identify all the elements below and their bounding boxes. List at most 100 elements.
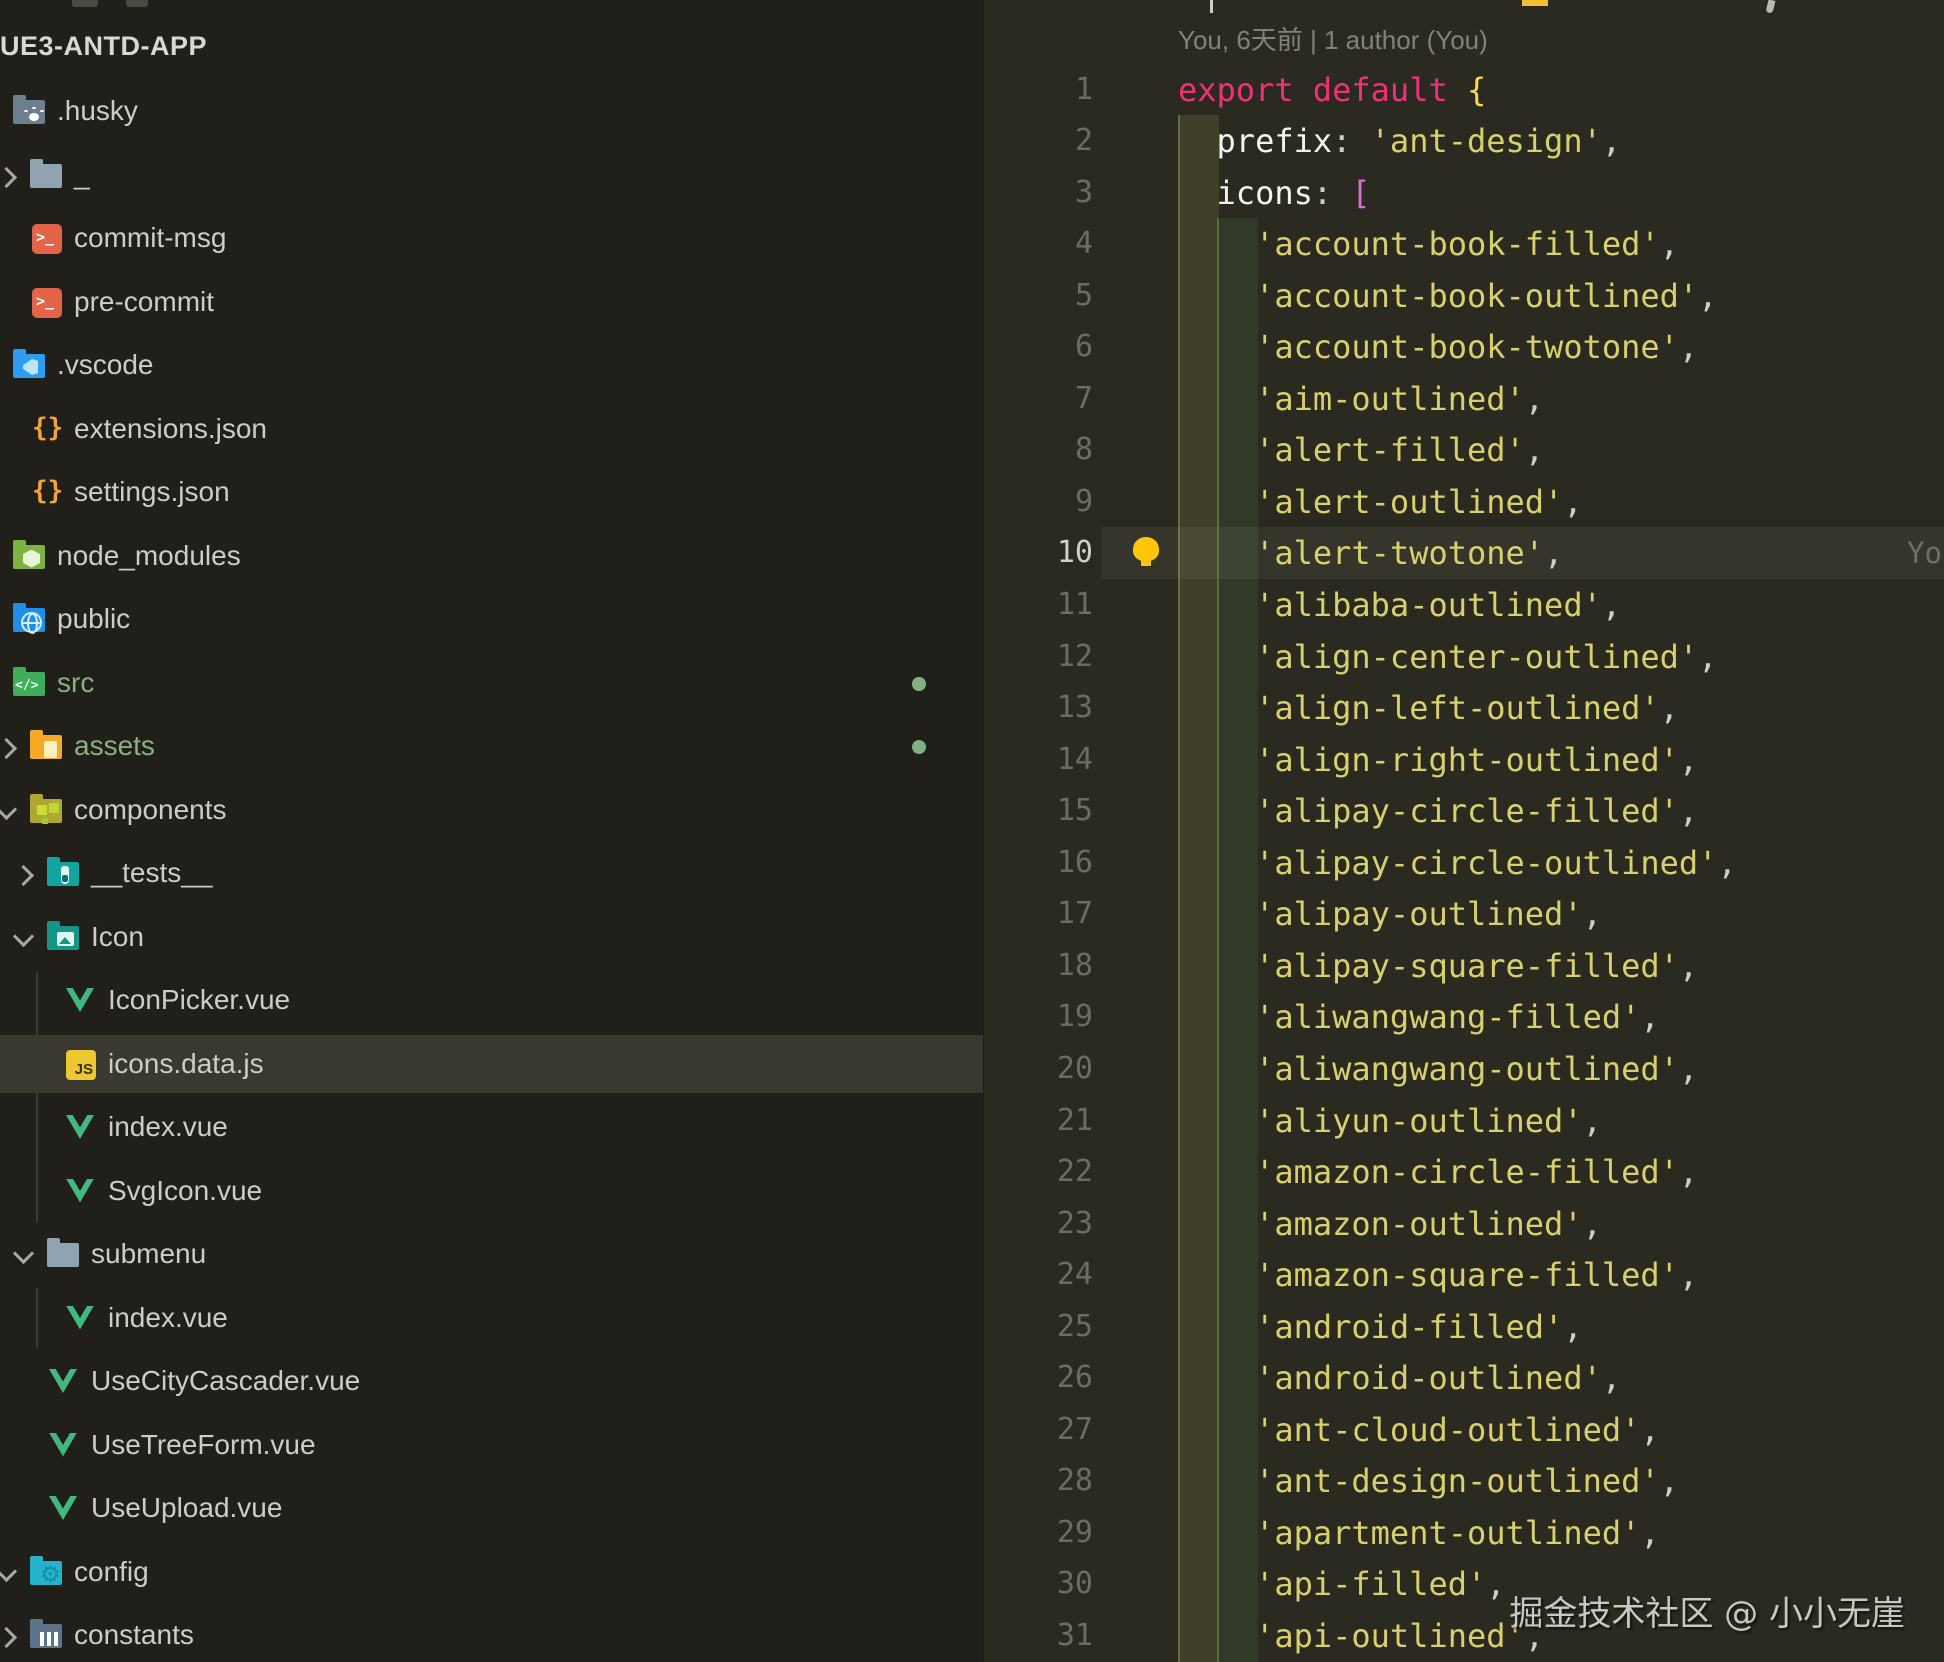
line-number: 24 (983, 1249, 1093, 1301)
token-pln (1178, 689, 1255, 727)
code-line-10[interactable]: 'alert-twotone',You, 6天前 • (1178, 527, 1563, 579)
tree-item-usetreeform-vue[interactable]: UseTreeForm.vue (0, 1416, 983, 1474)
code-line-24[interactable]: 'amazon-square-filled', (1178, 1249, 1698, 1301)
code-line-28[interactable]: 'ant-design-outlined', (1178, 1455, 1679, 1507)
tree-item--vscode[interactable]: .vscode (0, 336, 983, 394)
token-pln (1178, 277, 1255, 315)
chevron-down-icon[interactable] (0, 1560, 17, 1581)
project-section-header[interactable]: UE3-ANTD-APP (0, 26, 207, 66)
tree-item-svgicon-vue[interactable]: SvgIcon.vue (0, 1162, 983, 1220)
tree-item-label: node_modules (57, 540, 241, 572)
vue-icon (64, 1300, 98, 1336)
token-str: 'align-center-outlined' (1255, 638, 1698, 676)
code-line-30[interactable]: 'api-filled', (1178, 1558, 1506, 1610)
code-line-17[interactable]: 'alipay-outlined', (1178, 888, 1602, 940)
code-line-19[interactable]: 'aliwangwang-filled', (1178, 991, 1660, 1043)
chevron-down-icon[interactable] (0, 798, 17, 819)
chevron-down-icon[interactable] (13, 1243, 34, 1264)
chevron-right-icon[interactable] (0, 166, 17, 187)
code-line-5[interactable]: 'account-book-outlined', (1178, 270, 1717, 322)
tree-item--tests-[interactable]: __tests__ (0, 844, 983, 902)
vue-icon (64, 1109, 98, 1145)
token-pun: , (1640, 1514, 1659, 1552)
line-number: 22 (983, 1146, 1093, 1198)
token-pln (1178, 1050, 1255, 1088)
code-line-31[interactable]: 'api-outlined', (1178, 1610, 1544, 1662)
tree-item-label: src (57, 667, 94, 699)
code-line-18[interactable]: 'alipay-square-filled', (1178, 940, 1698, 992)
tree-item-index-vue[interactable]: index.vue (0, 1289, 983, 1347)
tree-item-src[interactable]: src (0, 654, 983, 712)
tree-item-pre-commit[interactable]: pre-commit (0, 273, 983, 331)
code-line-4[interactable]: 'account-book-filled', (1178, 218, 1679, 270)
tree-item-constants[interactable]: constants (0, 1606, 983, 1662)
tree-item-index-vue[interactable]: index.vue (0, 1098, 983, 1156)
tree-item-commit-msg[interactable]: commit-msg (0, 209, 983, 267)
tree-item-public[interactable]: public (0, 590, 983, 648)
git-modified-dot (912, 740, 926, 754)
token-str: 'account-book-filled' (1255, 225, 1660, 263)
tree-item-extensions-json[interactable]: extensions.json (0, 400, 983, 458)
token-str: 'aliwangwang-filled' (1255, 998, 1640, 1036)
chevron-right-icon[interactable] (13, 865, 34, 886)
token-pun: , (1583, 1102, 1602, 1140)
code-line-29[interactable]: 'apartment-outlined', (1178, 1507, 1660, 1559)
tree-item-useupload-vue[interactable]: UseUpload.vue (0, 1479, 983, 1537)
chevron-right-icon[interactable] (0, 738, 17, 759)
code-line-25[interactable]: 'android-filled', (1178, 1301, 1583, 1353)
code-line-11[interactable]: 'alibaba-outlined', (1178, 579, 1621, 631)
chevron-right-icon[interactable] (0, 1627, 17, 1648)
code-line-2[interactable]: prefix: 'ant-design', (1178, 115, 1621, 167)
token-str: 'account-book-outlined' (1255, 277, 1698, 315)
code-line-13[interactable]: 'align-left-outlined', (1178, 682, 1679, 734)
code-line-22[interactable]: 'amazon-circle-filled', (1178, 1146, 1698, 1198)
chevron-down-icon[interactable] (13, 925, 34, 946)
code-line-12[interactable]: 'align-center-outlined', (1178, 631, 1717, 683)
code-line-8[interactable]: 'alert-filled', (1178, 424, 1544, 476)
code-line-14[interactable]: 'align-right-outlined', (1178, 734, 1698, 786)
code-line-27[interactable]: 'ant-cloud-outlined', (1178, 1404, 1660, 1456)
tree-item--[interactable]: _ (0, 146, 983, 204)
code-line-9[interactable]: 'alert-outlined', (1178, 476, 1583, 528)
code-line-7[interactable]: 'aim-outlined', (1178, 373, 1544, 425)
tree-item-components[interactable]: components (0, 781, 983, 839)
code-line-15[interactable]: 'alipay-circle-filled', (1178, 785, 1698, 837)
token-str: 'align-left-outlined' (1255, 689, 1660, 727)
code-line-20[interactable]: 'aliwangwang-outlined', (1178, 1043, 1698, 1095)
code-line-3[interactable]: icons: [ (1178, 167, 1371, 219)
tree-item-usecitycascader-vue[interactable]: UseCityCascader.vue (0, 1352, 983, 1410)
line-number: 13 (983, 682, 1093, 734)
line-number: 20 (983, 1043, 1093, 1095)
tree-item-label: pre-commit (74, 286, 214, 318)
token-pln (1178, 998, 1255, 1036)
lightbulb-icon[interactable] (1133, 537, 1159, 561)
code-line-16[interactable]: 'alipay-circle-outlined', (1178, 837, 1737, 889)
tree-item--husky[interactable]: .husky (0, 82, 983, 140)
token-pln (1178, 1462, 1255, 1500)
token-pun: , (1563, 483, 1582, 521)
line-number: 17 (983, 888, 1093, 940)
tree-item-config[interactable]: config (0, 1543, 983, 1601)
token-pln (1178, 638, 1255, 676)
gitlens-codelens[interactable]: You, 6天前 | 1 author (You) (1178, 20, 1488, 57)
cutoff-comma-fragment (1766, 0, 1776, 14)
token-pln (1178, 1411, 1255, 1449)
tree-item-submenu[interactable]: submenu (0, 1225, 983, 1283)
tree-item-icons-data-js[interactable]: icons.data.js (0, 1035, 983, 1093)
tree-item-settings-json[interactable]: settings.json (0, 463, 983, 521)
tree-item-node-modules[interactable]: node_modules (0, 527, 983, 585)
tree-item-assets[interactable]: assets (0, 717, 983, 775)
code-line-6[interactable]: 'account-book-twotone', (1178, 321, 1698, 373)
tree-item-iconpicker-vue[interactable]: IconPicker.vue (0, 971, 983, 1029)
tree-item-label: extensions.json (74, 413, 267, 445)
tree-item-icon[interactable]: Icon (0, 908, 983, 966)
token-pln (1178, 122, 1217, 160)
tree-item-label: UseUpload.vue (91, 1492, 282, 1524)
code-line-21[interactable]: 'aliyun-outlined', (1178, 1095, 1602, 1147)
token-pun: , (1660, 225, 1679, 263)
code-line-26[interactable]: 'android-outlined', (1178, 1352, 1621, 1404)
code-line-23[interactable]: 'amazon-outlined', (1178, 1198, 1602, 1250)
code-editor[interactable]: You, 6天前 | 1 author (You) 12345678910111… (983, 0, 1944, 1662)
code-line-1[interactable]: export default { (1178, 64, 1486, 116)
token-pun: , (1544, 534, 1563, 572)
